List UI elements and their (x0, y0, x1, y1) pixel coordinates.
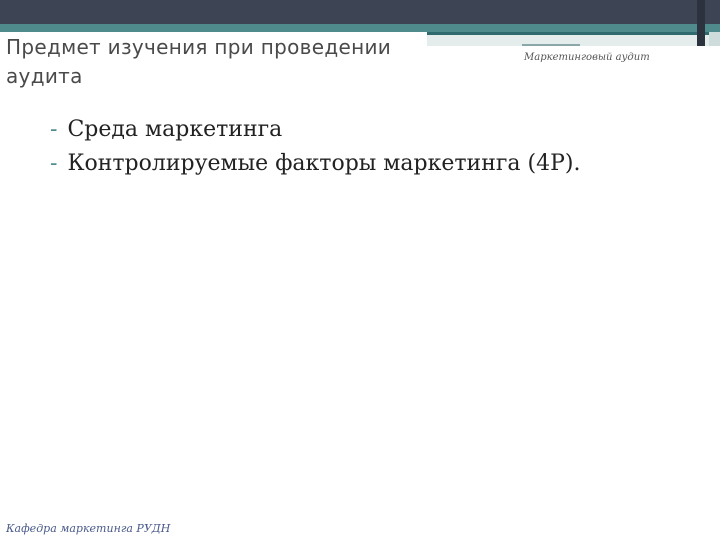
bullet-list: - Среда маркетинга - Контролируемые факт… (50, 113, 580, 181)
corner-decor-strip (709, 32, 720, 46)
header-note: Маркетинговый аудит (524, 52, 650, 63)
bullet-marker: - (50, 117, 58, 142)
slide: Предмет изучения при проведении аудита М… (0, 0, 720, 540)
header-underline (522, 44, 580, 46)
header-band-edge (427, 32, 720, 35)
bullet-item: - Среда маркетинга (50, 113, 580, 147)
bullet-text: Среда маркетинга (67, 117, 283, 142)
bullet-item: - Контролируемые факторы маркетинга (4Р)… (50, 147, 580, 181)
top-accent-stripe (0, 24, 720, 32)
bullet-text: Контролируемые факторы маркетинга (4Р). (67, 151, 581, 176)
top-decor-bar (0, 0, 720, 24)
bullet-marker: - (50, 151, 58, 176)
corner-decor-block (697, 0, 705, 46)
slide-title: Предмет изучения при проведении аудита (6, 35, 392, 88)
footer-note: Кафедра маркетинга РУДН (6, 522, 171, 535)
